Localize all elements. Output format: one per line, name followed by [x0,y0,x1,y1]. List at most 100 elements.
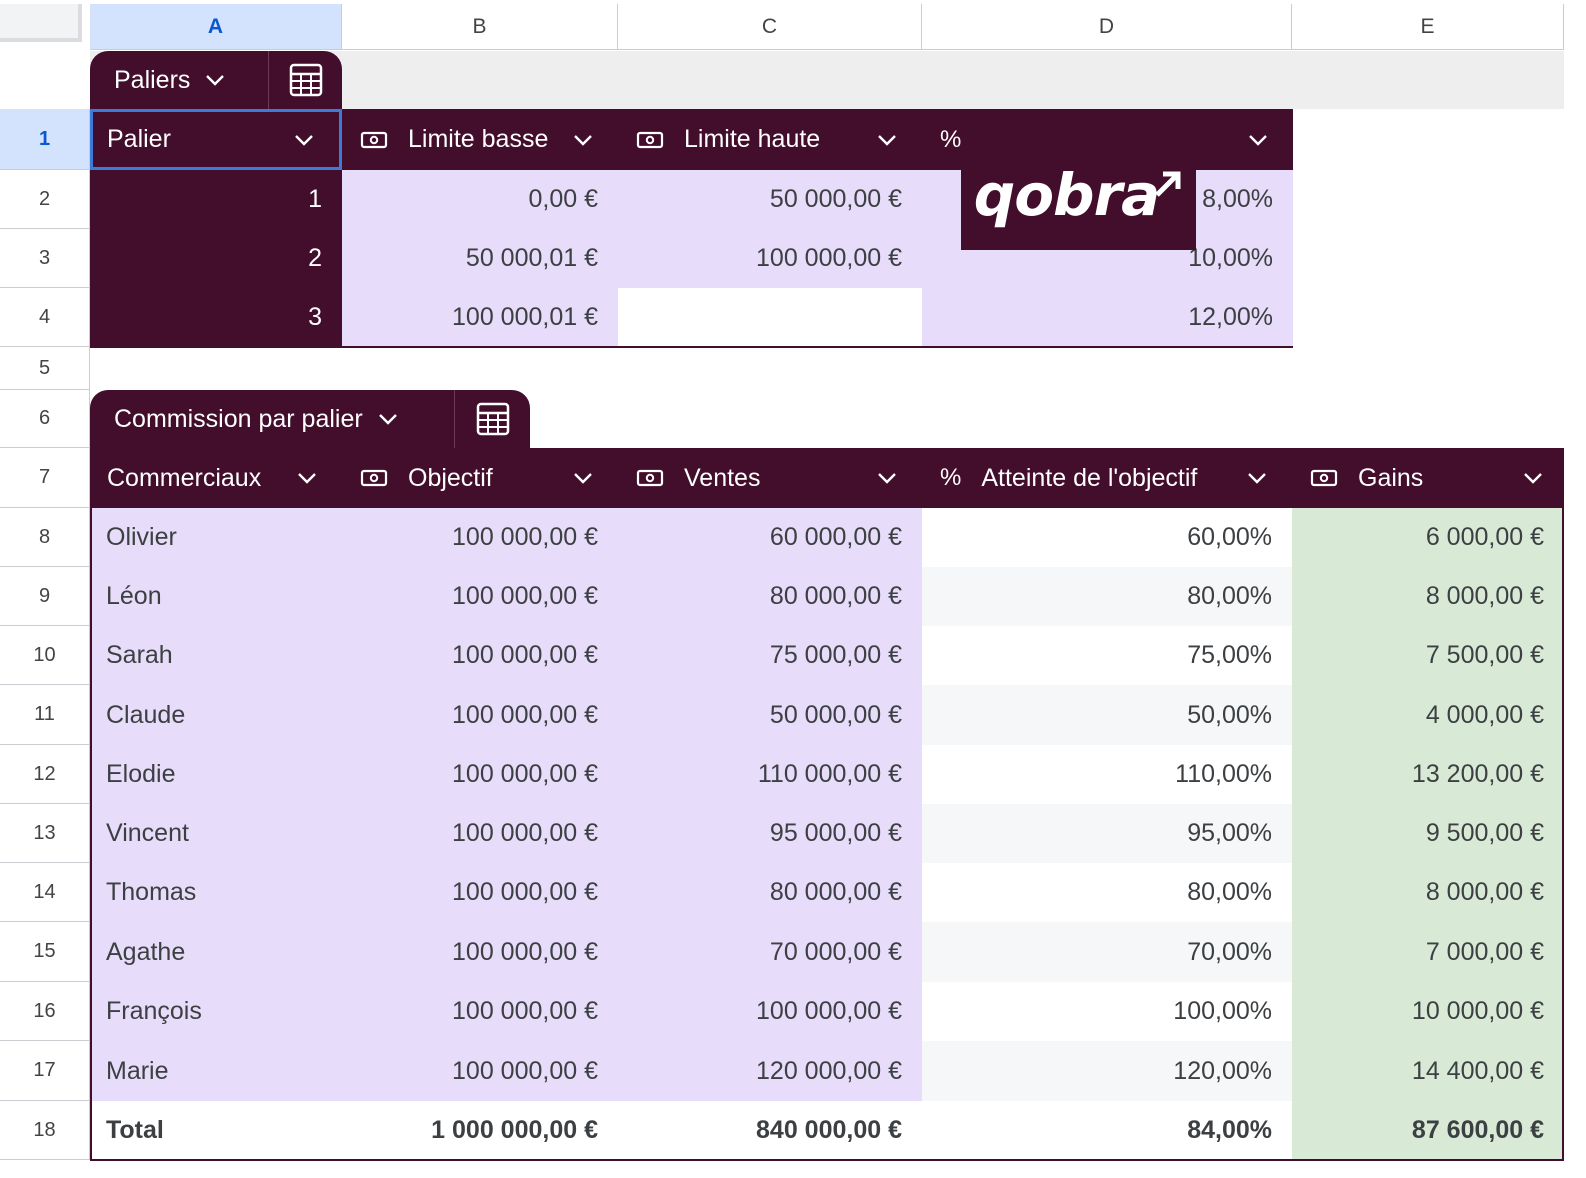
target-cell[interactable]: 100 000,00 € [342,863,618,922]
attainment-cell[interactable]: 120,00% [922,1041,1292,1101]
attainment-cell[interactable]: 80,00% [922,863,1292,922]
commission-col-gains-header[interactable]: Gains [1292,448,1564,508]
commission-table-name-dropdown[interactable]: Commission par palier [90,390,454,448]
earnings-cell[interactable]: 8 000,00 € [1292,567,1564,626]
column-header-e[interactable]: E [1292,4,1564,50]
total-sales-cell[interactable]: 840 000,00 € [618,1101,922,1160]
target-cell[interactable]: 100 000,00 € [342,982,618,1041]
tier-high-cell[interactable]: 50 000,00 € [618,170,922,229]
total-target-cell[interactable]: 1 000 000,00 € [342,1101,618,1160]
table-calculator-button[interactable] [455,390,530,448]
chevron-down-icon[interactable] [572,133,594,147]
tiers-table-name-dropdown[interactable]: Paliers [90,51,268,109]
target-cell[interactable]: 100 000,00 € [342,1041,618,1101]
row-header[interactable]: 1 [0,109,90,170]
row-header[interactable]: 14 [0,863,90,922]
tier-number-cell[interactable]: 3 [90,288,342,347]
sales-cell[interactable]: 50 000,00 € [618,685,922,745]
target-cell[interactable]: 100 000,00 € [342,508,618,567]
earnings-cell[interactable]: 8 000,00 € [1292,863,1564,922]
chevron-down-icon[interactable] [1246,471,1268,485]
commercial-name-cell[interactable]: Claude [90,685,342,745]
target-cell[interactable]: 100 000,00 € [342,626,618,685]
chevron-down-icon[interactable] [1247,133,1269,147]
attainment-cell[interactable]: 75,00% [922,626,1292,685]
chevron-down-icon[interactable] [293,133,315,147]
earnings-cell[interactable]: 10 000,00 € [1292,982,1564,1041]
sales-cell[interactable]: 120 000,00 € [618,1041,922,1101]
column-header-a[interactable]: A [90,4,342,50]
sales-cell[interactable]: 95 000,00 € [618,804,922,863]
commission-col-objectif-header[interactable]: Objectif [342,448,618,508]
chevron-down-icon[interactable] [572,471,594,485]
tier-number-cell[interactable]: 1 [90,170,342,229]
tier-low-cell[interactable]: 0,00 € [342,170,618,229]
tier-rate-cell[interactable]: 12,00% [922,288,1293,347]
attainment-cell[interactable]: 80,00% [922,567,1292,626]
attainment-cell[interactable]: 50,00% [922,685,1292,745]
target-cell[interactable]: 100 000,00 € [342,745,618,804]
row-header[interactable]: 8 [0,508,90,567]
earnings-cell[interactable]: 13 200,00 € [1292,745,1564,804]
row-header[interactable]: 5 [0,347,90,390]
row-header[interactable]: 12 [0,745,90,804]
row-header[interactable]: 18 [0,1101,90,1160]
commercial-name-cell[interactable]: Sarah [90,626,342,685]
commercial-name-cell[interactable]: Agathe [90,922,342,982]
row-header[interactable]: 6 [0,390,90,448]
row-header[interactable]: 7 [0,448,90,508]
row-header[interactable]: 11 [0,685,90,745]
row-header[interactable]: 2 [0,170,90,229]
sales-cell[interactable]: 80 000,00 € [618,863,922,922]
row-header[interactable]: 13 [0,804,90,863]
row-header[interactable]: 17 [0,1041,90,1101]
commercial-name-cell[interactable]: Olivier [90,508,342,567]
chevron-down-icon[interactable] [1522,471,1544,485]
target-cell[interactable]: 100 000,00 € [342,804,618,863]
sales-cell[interactable]: 100 000,00 € [618,982,922,1041]
chevron-down-icon[interactable] [876,133,898,147]
commercial-name-cell[interactable]: Elodie [90,745,342,804]
commercial-name-cell[interactable]: Thomas [90,863,342,922]
earnings-cell[interactable]: 6 000,00 € [1292,508,1564,567]
sales-cell[interactable]: 70 000,00 € [618,922,922,982]
chevron-down-icon[interactable] [296,471,318,485]
tiers-col-palier-header[interactable]: Palier [90,109,342,170]
target-cell[interactable]: 100 000,00 € [342,922,618,982]
tiers-col-limite-basse-header[interactable]: Limite basse [342,109,618,170]
column-header-c[interactable]: C [618,4,922,50]
sales-cell[interactable]: 80 000,00 € [618,567,922,626]
earnings-cell[interactable]: 7 000,00 € [1292,922,1564,982]
target-cell[interactable]: 100 000,00 € [342,567,618,626]
chevron-down-icon[interactable] [876,471,898,485]
total-attainment-cell[interactable]: 84,00% [922,1101,1292,1160]
tier-number-cell[interactable]: 2 [90,229,342,288]
earnings-cell[interactable]: 7 500,00 € [1292,626,1564,685]
total-label-cell[interactable]: Total [90,1101,342,1160]
tiers-col-limite-haute-header[interactable]: Limite haute [618,109,922,170]
select-all-corner[interactable] [0,4,82,42]
tier-high-cell[interactable] [618,288,922,347]
row-header[interactable]: 4 [0,288,90,347]
tier-low-cell[interactable]: 50 000,01 € [342,229,618,288]
sales-cell[interactable]: 75 000,00 € [618,626,922,685]
commission-col-commerciaux-header[interactable]: Commerciaux [90,448,342,508]
row-header[interactable]: 15 [0,922,90,982]
commercial-name-cell[interactable]: Marie [90,1041,342,1101]
table-calculator-button[interactable] [269,51,342,109]
total-earnings-cell[interactable]: 87 600,00 € [1292,1101,1564,1160]
earnings-cell[interactable]: 4 000,00 € [1292,685,1564,745]
commercial-name-cell[interactable]: Léon [90,567,342,626]
commission-col-atteinte-header[interactable]: % Atteinte de l'objectif [922,448,1292,508]
row-header[interactable]: 9 [0,567,90,626]
attainment-cell[interactable]: 110,00% [922,745,1292,804]
commercial-name-cell[interactable]: Vincent [90,804,342,863]
column-header-d[interactable]: D [922,4,1292,50]
earnings-cell[interactable]: 14 400,00 € [1292,1041,1564,1101]
row-header[interactable]: 10 [0,626,90,685]
tier-low-cell[interactable]: 100 000,01 € [342,288,618,347]
row-header[interactable]: 3 [0,229,90,288]
sales-cell[interactable]: 60 000,00 € [618,508,922,567]
earnings-cell[interactable]: 9 500,00 € [1292,804,1564,863]
attainment-cell[interactable]: 60,00% [922,508,1292,567]
